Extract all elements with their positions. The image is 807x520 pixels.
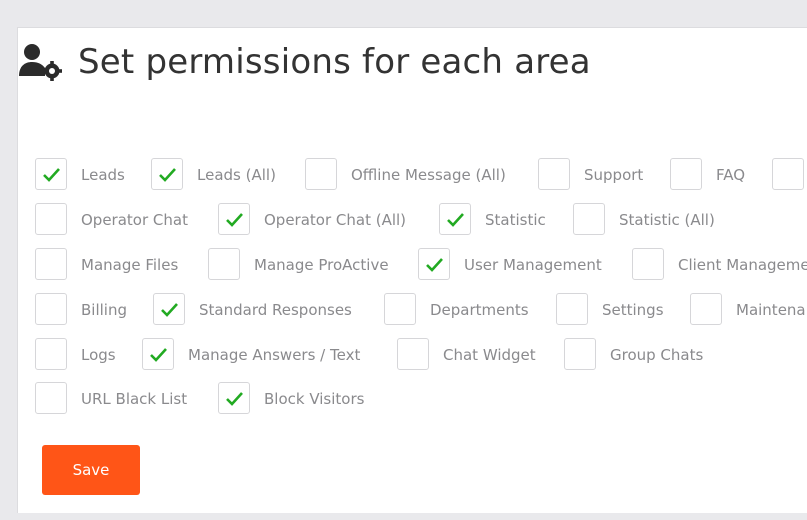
- checkbox[interactable]: [142, 338, 174, 370]
- checkbox[interactable]: [305, 158, 337, 190]
- permission-label: FAQ: [716, 166, 746, 184]
- checkbox[interactable]: [573, 203, 605, 235]
- checkbox[interactable]: [556, 293, 588, 325]
- save-button[interactable]: Save: [42, 445, 140, 495]
- permission-label: Client Manageme: [678, 256, 807, 274]
- permission-label: Support: [584, 166, 644, 184]
- checkbox[interactable]: [384, 293, 416, 325]
- permission-label: Maintena: [736, 301, 806, 319]
- permission-label: Manage Answers / Text: [188, 346, 361, 364]
- permission-label: Operator Chat (All): [264, 211, 407, 229]
- permission-label: Standard Responses: [199, 301, 352, 319]
- permission-label: Logs: [81, 346, 116, 364]
- permission-label: Statistic: [485, 211, 546, 229]
- checkbox[interactable]: [772, 158, 804, 190]
- permission-label: Leads (All): [197, 166, 276, 184]
- user-cog-icon: [18, 42, 64, 82]
- permission-label: Manage Files: [81, 256, 179, 274]
- checkbox[interactable]: [690, 293, 722, 325]
- checkbox[interactable]: [35, 158, 67, 190]
- checkbox[interactable]: [208, 248, 240, 280]
- checkbox[interactable]: [218, 203, 250, 235]
- checkbox[interactable]: [538, 158, 570, 190]
- checkbox[interactable]: [153, 293, 185, 325]
- checkmark-icon: [150, 348, 167, 362]
- permission-label: Operator Chat: [81, 211, 188, 229]
- permission-label: Offline Message (All): [351, 166, 506, 184]
- checkmark-icon: [43, 168, 60, 182]
- permission-label: Manage ProActive: [254, 256, 389, 274]
- permission-label: User Management: [464, 256, 602, 274]
- checkbox[interactable]: [564, 338, 596, 370]
- checkmark-icon: [447, 213, 464, 227]
- checkbox[interactable]: [35, 248, 67, 280]
- permission-label: Settings: [602, 301, 664, 319]
- checkmark-icon: [226, 213, 243, 227]
- checkbox[interactable]: [397, 338, 429, 370]
- permission-label: Billing: [81, 301, 127, 319]
- checkbox[interactable]: [218, 382, 250, 414]
- checkbox[interactable]: [418, 248, 450, 280]
- permission-label: Block Visitors: [264, 390, 365, 408]
- checkbox[interactable]: [35, 293, 67, 325]
- checkbox[interactable]: [35, 338, 67, 370]
- checkmark-icon: [159, 168, 176, 182]
- checkbox[interactable]: [632, 248, 664, 280]
- permission-label: Leads: [81, 166, 125, 184]
- permission-label: Group Chats: [610, 346, 704, 364]
- checkmark-icon: [426, 258, 443, 272]
- checkbox[interactable]: [439, 203, 471, 235]
- checkbox[interactable]: [670, 158, 702, 190]
- panel-header: Set permissions for each area: [18, 38, 591, 86]
- permission-label: Statistic (All): [619, 211, 715, 229]
- permission-label: Chat Widget: [443, 346, 536, 364]
- checkbox[interactable]: [151, 158, 183, 190]
- permission-label: URL Black List: [81, 390, 188, 408]
- checkmark-icon: [161, 303, 178, 317]
- permission-label: Departments: [430, 301, 529, 319]
- page-title: Set permissions for each area: [78, 42, 591, 82]
- checkbox[interactable]: [35, 382, 67, 414]
- checkmark-icon: [226, 392, 243, 406]
- checkbox[interactable]: [35, 203, 67, 235]
